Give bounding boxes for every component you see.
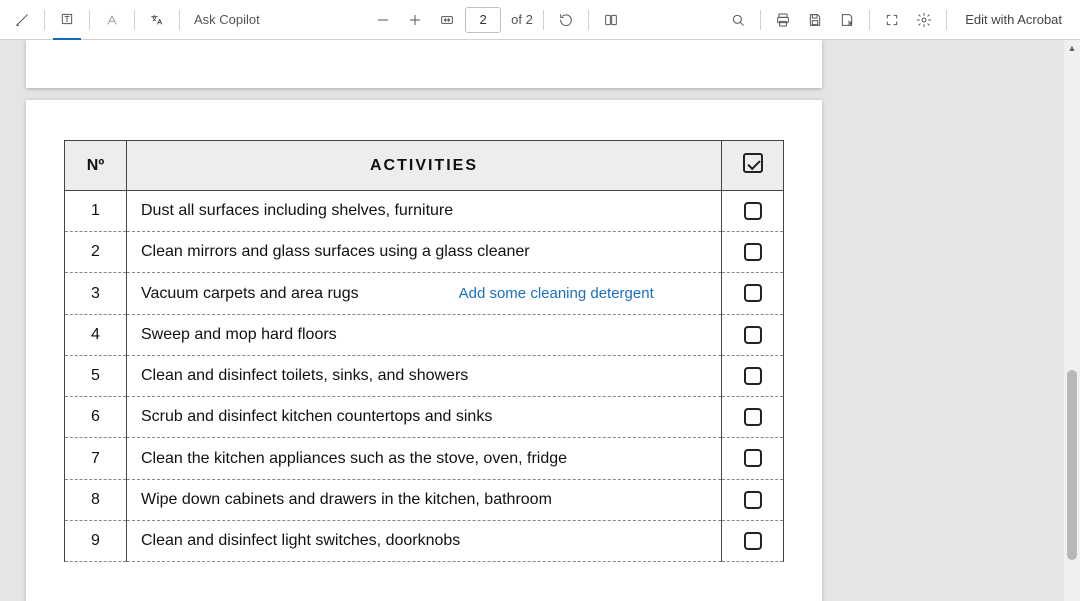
checkmark-icon xyxy=(743,153,763,173)
search-icon[interactable] xyxy=(724,6,752,34)
row-checkbox-cell xyxy=(722,314,784,355)
row-number: 9 xyxy=(65,520,127,561)
separator xyxy=(588,10,589,30)
table-header-row: Nº ACTIVITIES xyxy=(65,141,784,191)
row-number: 3 xyxy=(65,273,127,314)
save-as-icon[interactable] xyxy=(833,6,861,34)
row-number: 5 xyxy=(65,355,127,396)
checkbox-icon[interactable] xyxy=(744,284,762,302)
draw-icon[interactable] xyxy=(8,6,36,34)
header-check xyxy=(722,141,784,191)
row-activity: Dust all surfaces including shelves, fur… xyxy=(127,191,722,232)
row-activity: Clean mirrors and glass surfaces using a… xyxy=(127,232,722,273)
toolbar: Ask Copilot of 2 Edit with Acrobat xyxy=(0,0,1080,40)
row-activity: Clean and disinfect light switches, door… xyxy=(127,520,722,561)
fit-width-icon[interactable] xyxy=(433,6,461,34)
separator xyxy=(44,10,45,30)
save-icon[interactable] xyxy=(801,6,829,34)
activities-table: Nº ACTIVITIES 1Dust all surfaces includi… xyxy=(64,140,784,562)
row-checkbox-cell xyxy=(722,438,784,479)
checkbox-icon[interactable] xyxy=(744,449,762,467)
settings-icon[interactable] xyxy=(910,6,938,34)
page-number-input[interactable] xyxy=(465,7,501,33)
row-checkbox-cell xyxy=(722,520,784,561)
row-number: 1 xyxy=(65,191,127,232)
separator xyxy=(89,10,90,30)
row-checkbox-cell xyxy=(722,232,784,273)
checkbox-icon[interactable] xyxy=(744,532,762,550)
translate-icon[interactable] xyxy=(143,6,171,34)
text-select-icon[interactable] xyxy=(53,0,81,40)
checkbox-icon[interactable] xyxy=(744,202,762,220)
separator xyxy=(946,10,947,30)
row-number: 6 xyxy=(65,397,127,438)
document-page: Nº ACTIVITIES 1Dust all surfaces includi… xyxy=(26,100,822,601)
row-activity: Wipe down cabinets and drawers in the ki… xyxy=(127,479,722,520)
row-number: 2 xyxy=(65,232,127,273)
row-checkbox-cell xyxy=(722,191,784,232)
ask-copilot-button[interactable]: Ask Copilot xyxy=(188,6,270,34)
scroll-thumb[interactable] xyxy=(1067,370,1077,560)
previous-page-edge xyxy=(26,40,822,88)
page-view-icon[interactable] xyxy=(597,6,625,34)
edit-with-acrobat-button[interactable]: Edit with Acrobat xyxy=(955,6,1072,34)
row-number: 7 xyxy=(65,438,127,479)
table-row: 4Sweep and mop hard floors xyxy=(65,314,784,355)
row-activity: Scrub and disinfect kitchen countertops … xyxy=(127,397,722,438)
page-total-label: of 2 xyxy=(511,12,533,27)
zoom-in-button[interactable] xyxy=(401,6,429,34)
vertical-scrollbar[interactable]: ▲ xyxy=(1064,40,1080,601)
scroll-up-arrow[interactable]: ▲ xyxy=(1064,40,1080,56)
fullscreen-icon[interactable] xyxy=(878,6,906,34)
separator xyxy=(179,10,180,30)
header-activities: ACTIVITIES xyxy=(127,141,722,191)
separator xyxy=(543,10,544,30)
table-row: 2Clean mirrors and glass surfaces using … xyxy=(65,232,784,273)
row-checkbox-cell xyxy=(722,479,784,520)
row-activity: Vacuum carpets and area rugsAdd some cle… xyxy=(127,273,722,314)
zoom-out-button[interactable] xyxy=(369,6,397,34)
annotation-text[interactable]: Add some cleaning detergent xyxy=(459,285,654,302)
checkbox-icon[interactable] xyxy=(744,326,762,344)
row-number: 8 xyxy=(65,479,127,520)
row-activity: Sweep and mop hard floors xyxy=(127,314,722,355)
table-row: 1Dust all surfaces including shelves, fu… xyxy=(65,191,784,232)
table-row: 6Scrub and disinfect kitchen countertops… xyxy=(65,397,784,438)
row-checkbox-cell xyxy=(722,273,784,314)
table-row: 9Clean and disinfect light switches, doo… xyxy=(65,520,784,561)
row-activity: Clean and disinfect toilets, sinks, and … xyxy=(127,355,722,396)
separator xyxy=(760,10,761,30)
table-row: 3Vacuum carpets and area rugsAdd some cl… xyxy=(65,273,784,314)
row-activity: Clean the kitchen appliances such as the… xyxy=(127,438,722,479)
table-row: 8Wipe down cabinets and drawers in the k… xyxy=(65,479,784,520)
checkbox-icon[interactable] xyxy=(744,408,762,426)
checkbox-icon[interactable] xyxy=(744,367,762,385)
separator xyxy=(134,10,135,30)
row-checkbox-cell xyxy=(722,397,784,438)
row-checkbox-cell xyxy=(722,355,784,396)
checkbox-icon[interactable] xyxy=(744,243,762,261)
rotate-icon[interactable] xyxy=(552,6,580,34)
row-number: 4 xyxy=(65,314,127,355)
print-icon[interactable] xyxy=(769,6,797,34)
separator xyxy=(869,10,870,30)
header-no: Nº xyxy=(65,141,127,191)
table-row: 7Clean the kitchen appliances such as th… xyxy=(65,438,784,479)
table-row: 5Clean and disinfect toilets, sinks, and… xyxy=(65,355,784,396)
read-aloud-icon[interactable] xyxy=(98,6,126,34)
document-viewport: Nº ACTIVITIES 1Dust all surfaces includi… xyxy=(0,40,1080,601)
checkbox-icon[interactable] xyxy=(744,491,762,509)
